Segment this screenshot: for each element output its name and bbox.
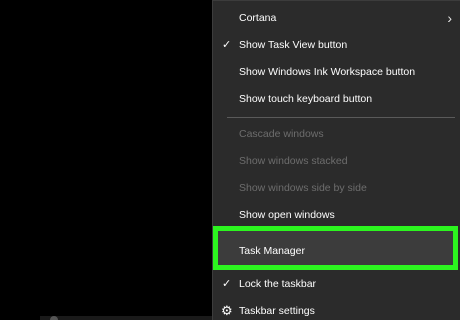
menu-item-cascade-windows: Cascade windows [213, 121, 460, 147]
gear-icon: ⚙ [221, 303, 233, 318]
menu-item-label: Lock the taskbar [239, 278, 317, 290]
menu-item-show-ink-workspace[interactable]: Show Windows Ink Workspace button [213, 59, 460, 85]
menu-item-cortana[interactable]: Cortana › [213, 5, 460, 31]
menu-item-lock-taskbar[interactable]: ✓ Lock the taskbar [213, 271, 460, 297]
menu-item-label: Cascade windows [239, 128, 324, 140]
menu-item-show-task-view[interactable]: ✓ Show Task View button [213, 32, 460, 58]
menu-item-taskbar-settings[interactable]: ⚙ Taskbar settings [213, 298, 460, 320]
taskbar-edge [40, 316, 212, 320]
menu-item-label: Show touch keyboard button [239, 93, 373, 105]
menu-item-side-by-side: Show windows side by side [213, 175, 460, 201]
menu-item-label: Task Manager [239, 245, 305, 257]
menu-item-label: Show Windows Ink Workspace button [239, 66, 416, 78]
menu-item-show-stacked: Show windows stacked [213, 148, 460, 174]
checkmark-icon: ✓ [222, 278, 232, 290]
chevron-right-icon: › [447, 10, 452, 26]
menu-item-label: Show open windows [239, 209, 335, 221]
menu-separator [227, 117, 455, 118]
menu-item-label: Show windows side by side [239, 182, 367, 194]
menu-item-show-touch-keyboard[interactable]: Show touch keyboard button [213, 86, 460, 112]
menu-item-task-manager[interactable]: Task Manager [218, 238, 453, 264]
menu-item-label: Taskbar settings [239, 305, 315, 317]
menu-item-label: Show Task View button [239, 39, 348, 51]
checkmark-icon: ✓ [222, 39, 232, 51]
desktop-background [0, 0, 212, 320]
taskbar-context-menu: Cortana › ✓ Show Task View button Show W… [212, 0, 460, 320]
menu-item-label: Cortana [239, 12, 277, 24]
menu-top-border [213, 0, 460, 1]
menu-item-show-open-windows[interactable]: Show open windows [213, 202, 460, 228]
menu-item-label: Show windows stacked [239, 155, 348, 167]
task-manager-highlight: Task Manager [213, 226, 458, 270]
